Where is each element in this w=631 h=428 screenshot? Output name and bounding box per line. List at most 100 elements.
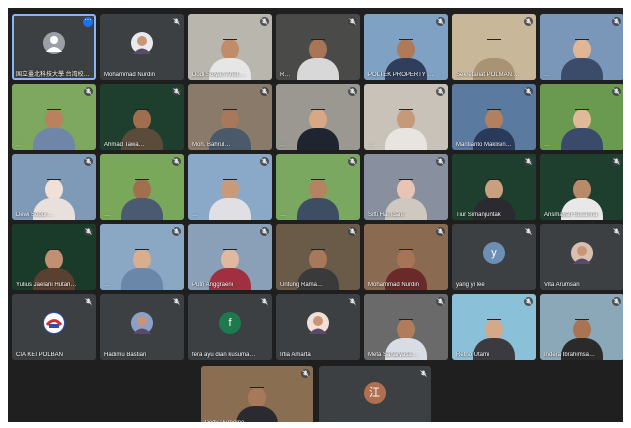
mic-muted-icon: [436, 157, 445, 166]
participant-name: Ahmad Tawa…: [104, 142, 145, 148]
participant-tile-irtia-amarta[interactable]: Irtia Amarta: [276, 294, 360, 360]
participant-tile-participant[interactable]: …: [540, 84, 623, 150]
participant-tile-tiur-simanjuntak[interactable]: Tiur Simanjuntak: [452, 154, 536, 220]
participant-name: POLTEK PROPERTY …: [368, 72, 434, 78]
participant-name: Untung Rama…: [280, 282, 324, 288]
profile-photo-avatar: [131, 312, 153, 335]
participant-tile-sekretariat-polman[interactable]: Sekretariat POLMAN …: [452, 14, 536, 80]
participant-tile-participant[interactable]: …: [276, 154, 360, 220]
participant-grid: 国立臺北科技大學 台湾校友… ⋯ Mohammad Nurdin Dodi Sofya…: [12, 14, 623, 360]
participant-name: Hadimu Bastian: [104, 352, 147, 358]
participant-name: Dewi Sobur…: [16, 212, 54, 218]
participant-tile-participant[interactable]: …: [12, 84, 96, 150]
participant-name: …: [104, 282, 110, 288]
participant-tile-dodi-sofyan-arief[interactable]: Dodi Sofyan Arief,…: [188, 14, 272, 80]
participant-tile-yang-yi-lee[interactable]: y yang yi lee: [452, 224, 536, 290]
video-feed: [540, 294, 623, 360]
mic-muted-icon: [84, 87, 93, 96]
mic-muted-icon: [524, 17, 533, 26]
profile-photo-avatar: [307, 312, 329, 335]
participant-name: yang yi lee: [456, 282, 485, 288]
participant-tile-indera-ibrahimsa[interactable]: Indera Ibrahimsa…: [540, 294, 623, 360]
participant-name: CIA KEI POLBAN: [16, 352, 64, 358]
participant-tile-participant[interactable]: 国立臺北科技大學 台湾校友… ⋯: [12, 14, 96, 80]
mic-muted-icon: [172, 157, 181, 166]
participant-tile-putri-anggraeni[interactable]: Putri Anggraeni: [188, 224, 272, 290]
participant-tile-sitti-hamdani[interactable]: Sitti Hamdani: [364, 154, 448, 220]
profile-photo-avatar: [571, 242, 593, 265]
participant-tile-dewi-sobur[interactable]: Dewi Sobur…: [12, 154, 96, 220]
participant-name: …: [323, 420, 427, 422]
participant-tile-meta-saharyasa[interactable]: Meta Saharyasa…: [364, 294, 448, 360]
participant-tile-vita-arumsari[interactable]: Vita Arumsari: [540, 224, 623, 290]
mic-muted-icon: [612, 157, 621, 166]
participant-name: Dodi Sofyan Arief,…: [192, 72, 247, 78]
mic-muted-icon: [418, 369, 428, 378]
participant-name: Mantianto Maklisin…: [456, 142, 512, 148]
participant-tile-mohammad-nurdin[interactable]: Mohammad Nurdin: [364, 224, 448, 290]
participant-name: …: [16, 142, 22, 148]
participant-name: Moh. Bahrul…: [192, 142, 231, 148]
mic-muted-icon: [260, 227, 269, 236]
participant-name: fera ayu dian kusuma…: [192, 352, 256, 358]
participant-tile-arismayati-susanna[interactable]: Arismayati Susanna: [540, 154, 623, 220]
participant-tile-mohammad-nurdin[interactable]: Mohammad Nurdin: [100, 14, 184, 80]
participant-name: …: [104, 212, 110, 218]
participant-tile-participant[interactable]: …: [100, 154, 184, 220]
meeting-stage: 国立臺北科技大學 台湾校友… ⋯ Mohammad Nurdin Dodi Sofya…: [8, 8, 623, 422]
mic-muted-icon: [524, 157, 533, 166]
mic-muted-icon: [348, 87, 357, 96]
mic-muted-icon: [524, 87, 533, 96]
participant-name: …: [544, 72, 550, 78]
participant-tile-participant[interactable]: …: [188, 154, 272, 220]
participant-name: Arismayati Susanna: [544, 212, 598, 218]
participant-tile-mantianto-maklisin[interactable]: Mantianto Maklisin…: [452, 84, 536, 150]
participant-tile-yulius-jaelani-hutan[interactable]: Yulius Jaelani Hutan…: [12, 224, 96, 290]
mic-muted-icon: [84, 297, 93, 306]
mic-muted-icon: [300, 369, 310, 378]
participant-name: Sitti Hamdani: [368, 212, 404, 218]
more-options-icon[interactable]: ⋯: [83, 17, 93, 27]
organization-logo: [43, 312, 65, 335]
avatar-initial: 江: [363, 382, 386, 405]
participant-tile-moh-bahrul[interactable]: Moh. Bahrul…: [188, 84, 272, 150]
participant-tile-participant[interactable]: …: [540, 14, 623, 80]
participant-tile-participant[interactable]: …: [100, 224, 184, 290]
participant-name: R…: [280, 72, 291, 78]
participant-name: …: [368, 142, 374, 148]
user-avatar-icon: [43, 32, 65, 55]
avatar-initial: f: [219, 312, 241, 335]
participant-tile-hadimu-bastian[interactable]: Hadimu Bastian: [100, 294, 184, 360]
participant-tile-ahmad-tawa[interactable]: Ahmad Tawa…: [100, 84, 184, 150]
participant-name: Retno Utami: [456, 352, 490, 358]
mic-muted-icon: [348, 157, 357, 166]
mic-muted-icon: [348, 17, 357, 26]
mic-muted-icon: [348, 297, 357, 306]
video-feed: [540, 154, 623, 220]
mic-muted-icon: [84, 157, 93, 166]
participant-bottom-row: Dedy Purnomo…江…: [8, 366, 623, 422]
participant-tile-dedy-purnomo[interactable]: Dedy Purnomo…: [200, 366, 313, 422]
participant-tile-poltek-property[interactable]: POLTEK PROPERTY …: [364, 14, 448, 80]
mic-muted-icon: [436, 17, 445, 26]
participant-name: Sekretariat POLMAN …: [456, 72, 520, 78]
participant-tile-cia-kei-polban[interactable]: CIA KEI POLBAN: [12, 294, 96, 360]
participant-name: Mohammad Nurdin: [368, 282, 420, 288]
mic-muted-icon: [260, 157, 269, 166]
participant-name: Dedy Purnomo…: [205, 420, 309, 422]
participant-name: …: [192, 212, 198, 218]
participant-name: …: [544, 142, 550, 148]
participant-tile-untung-rama[interactable]: Untung Rama…: [276, 224, 360, 290]
participant-name: Yulius Jaelani Hutan…: [16, 282, 77, 288]
participant-tile-r[interactable]: R…: [276, 14, 360, 80]
participant-tile-participant[interactable]: …: [364, 84, 448, 150]
participant-tile-participant[interactable]: …: [276, 84, 360, 150]
participant-tile-fera-ayu-dian-kusuma[interactable]: f fera ayu dian kusuma…: [188, 294, 272, 360]
participant-tile-participant[interactable]: 江…: [318, 366, 431, 422]
video-feed: [200, 366, 313, 422]
mic-muted-icon: [84, 227, 93, 236]
mic-muted-icon: [348, 227, 357, 236]
mic-muted-icon: [436, 87, 445, 96]
participant-tile-retno-utami[interactable]: Retno Utami: [452, 294, 536, 360]
mic-muted-icon: [612, 17, 621, 26]
